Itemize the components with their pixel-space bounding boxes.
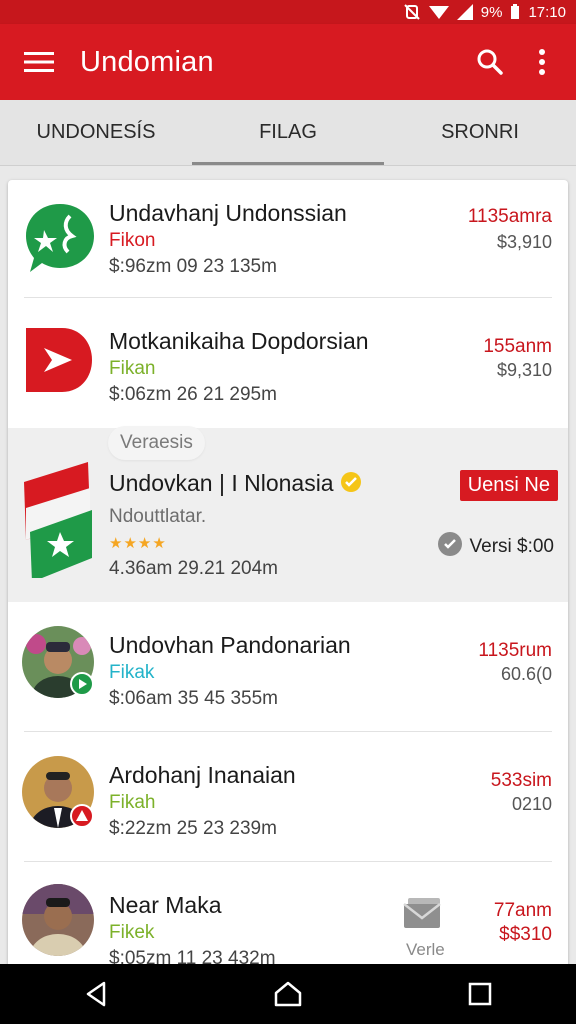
search-icon[interactable]	[464, 34, 516, 90]
tab-sronri[interactable]: SRONRI	[384, 100, 576, 165]
item-value: $$310	[499, 924, 552, 945]
online-play-badge-icon	[70, 672, 94, 696]
system-nav-bar	[0, 964, 576, 1024]
mail-stack-icon[interactable]	[402, 896, 444, 932]
list-card: Undavhanj Undonssian Fikon $:96zm 09 23 …	[8, 180, 568, 970]
wifi-icon	[428, 4, 449, 20]
status-bar: 9% 17:10	[0, 0, 576, 24]
chat-bubble-logo-icon	[22, 200, 98, 276]
version-status: Versi $:00	[437, 532, 555, 562]
item-meta: $:96zm 09 23 135m	[109, 256, 277, 277]
item-subtitle: Fikon	[109, 230, 156, 251]
item-amount: 77anm	[493, 900, 552, 921]
item-amount: 155anm	[483, 336, 552, 357]
list-item-highlighted[interactable]: Veraesis Undovkan | I Nlonasia Ndouttlat…	[8, 426, 568, 602]
notification-icon	[403, 3, 421, 21]
item-name: Near Maka	[109, 892, 222, 918]
item-value: 0210	[511, 794, 552, 814]
version-chip: Veraesis	[108, 426, 205, 460]
hamburger-menu-icon[interactable]	[12, 34, 68, 90]
list-item[interactable]: Near Maka Fikek $:05zm 11 23 432m Verle …	[8, 862, 568, 970]
recents-square-icon[interactable]	[450, 964, 510, 1024]
tab-undonesis[interactable]: UNDONESÍS	[0, 100, 192, 165]
item-subtitle: Ndouttlatar.	[109, 506, 207, 527]
item-amount: 533sim	[490, 770, 552, 791]
item-meta: $:22zm 25 23 239m	[109, 818, 277, 839]
more-vert-icon[interactable]	[516, 34, 568, 90]
item-value: $9,310	[496, 360, 552, 380]
check-circle-icon	[437, 532, 462, 562]
alert-badge-icon	[70, 804, 94, 828]
item-name: Undovkan | I Nlonasia	[109, 470, 362, 499]
rating-stars: ★★★★	[109, 535, 167, 552]
item-subtitle: Fikah	[109, 792, 156, 813]
app-bar: Undomian	[0, 24, 576, 100]
item-meta: 4.36am 29.21 204m	[109, 558, 279, 579]
list-item[interactable]: Undovhan Pandonarian Fikak $:06am 35 45 …	[8, 602, 568, 732]
version-badge-button[interactable]: Uensi Ne	[459, 470, 558, 501]
battery-icon	[510, 4, 520, 20]
clock: 17:10	[528, 3, 566, 21]
item-name: Undavhanj Undonssian	[109, 200, 347, 226]
tab-filag[interactable]: FILAG	[192, 100, 384, 165]
signal-icon	[456, 4, 473, 20]
flag-logo-icon	[20, 448, 96, 582]
item-meta: $:06am 35 45 355m	[109, 688, 279, 709]
item-name: Undovhan Pandonarian	[109, 632, 351, 658]
version-text: Versi $:00	[469, 536, 555, 557]
item-subtitle: Fikan	[109, 358, 156, 379]
red-play-logo-icon	[22, 324, 98, 400]
verified-badge-icon	[340, 471, 362, 499]
back-triangle-icon[interactable]	[66, 964, 126, 1024]
home-icon[interactable]	[258, 964, 318, 1024]
item-meta: $:06zm 26 21 295m	[109, 384, 277, 405]
tab-bar: UNDONESÍS FILAG SRONRI	[0, 100, 576, 166]
item-value: 60.6(0	[500, 664, 552, 684]
list-item[interactable]: Motkanikaiha Dopdorsian Fikan $:06zm 26 …	[8, 298, 568, 428]
list-item[interactable]: Undavhanj Undonssian Fikon $:96zm 09 23 …	[8, 180, 568, 298]
item-value: $3,910	[496, 232, 552, 252]
app-title: Undomian	[80, 45, 214, 78]
battery-percent: 9%	[480, 3, 503, 21]
profile-photo-icon	[22, 884, 94, 956]
item-subtitle: Fikek	[109, 922, 155, 943]
list-item[interactable]: Ardohanj Inanaian Fikah $:22zm 25 23 239…	[8, 732, 568, 862]
item-amount: 1135amra	[467, 206, 552, 227]
item-name: Motkanikaiha Dopdorsian	[109, 328, 369, 354]
item-name: Ardohanj Inanaian	[109, 762, 296, 788]
overlay-label: Verle	[406, 940, 445, 959]
item-subtitle: Fikak	[109, 662, 155, 683]
item-amount: 1135rum	[478, 640, 552, 661]
